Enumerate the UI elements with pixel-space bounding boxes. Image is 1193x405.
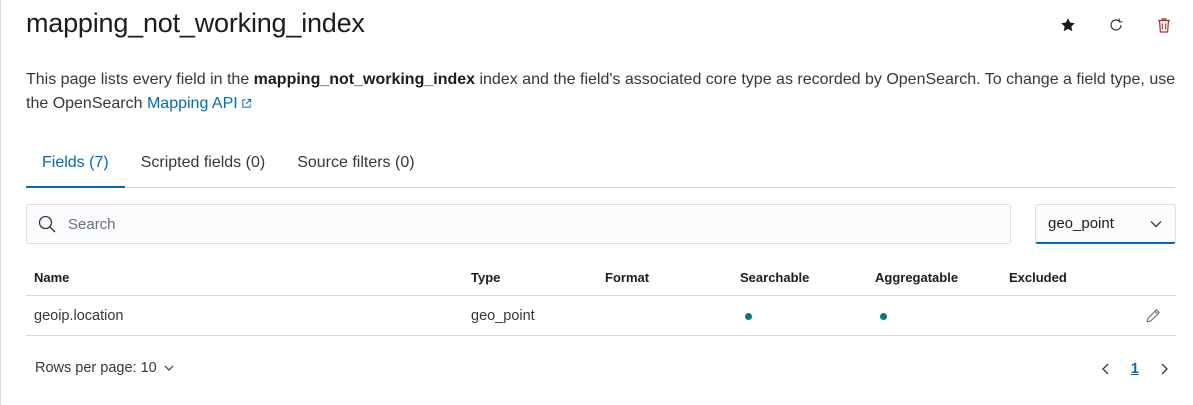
previous-page-button[interactable] — [1095, 358, 1117, 380]
refresh-fields-button[interactable] — [1105, 14, 1127, 36]
aggregatable-dot-icon — [880, 312, 887, 320]
set-default-button[interactable] — [1057, 14, 1079, 36]
mapping-api-link-label: Mapping API — [146, 95, 238, 112]
chevron-down-icon — [1150, 220, 1162, 227]
page-number-button[interactable]: 1 — [1131, 361, 1139, 377]
table-footer: Rows per page: 10 1 — [26, 352, 1175, 386]
trash-icon — [1158, 17, 1170, 33]
tab-bar: Fields (7) Scripted fields (0) Source fi… — [26, 140, 1175, 188]
page-description: This page lists every field in the mappi… — [26, 68, 1176, 116]
table-header: Name Type Format Searchable Aggregatable… — [26, 260, 1176, 296]
tab-scripted-fields[interactable]: Scripted fields (0) — [125, 140, 282, 187]
column-header-name[interactable]: Name — [26, 270, 463, 285]
page-header: mapping_not_working_index — [26, 6, 1175, 46]
search-input[interactable] — [66, 214, 970, 234]
searchable-dot-icon — [745, 312, 752, 320]
field-type-select-value: geo_point — [1048, 215, 1114, 232]
star-icon — [1061, 18, 1075, 32]
mapping-api-link[interactable]: Mapping API — [147, 95, 252, 112]
chevron-down-icon — [164, 365, 174, 371]
tab-source-filters[interactable]: Source filters (0) — [281, 140, 430, 187]
tab-fields[interactable]: Fields (7) — [26, 140, 125, 188]
next-page-button[interactable] — [1153, 358, 1175, 380]
rows-per-page-button[interactable]: Rows per page: 10 — [35, 360, 175, 376]
column-header-searchable[interactable]: Searchable — [732, 270, 867, 285]
page-title: mapping_not_working_index — [26, 8, 365, 38]
delete-index-pattern-button[interactable] — [1153, 14, 1175, 36]
field-name-cell: geoip.location — [34, 307, 124, 324]
column-header-aggregatable[interactable]: Aggregatable — [867, 270, 1001, 285]
header-actions — [1057, 14, 1175, 36]
column-header-format[interactable]: Format — [597, 270, 732, 285]
chevron-left-icon — [1102, 363, 1109, 375]
edit-field-button[interactable] — [1142, 305, 1164, 327]
refresh-icon — [1110, 18, 1123, 31]
field-aggregatable-cell — [867, 308, 1001, 324]
search-field — [26, 204, 1011, 244]
description-index-name: mapping_not_working_index — [253, 71, 476, 88]
fields-table: Name Type Format Searchable Aggregatable… — [26, 260, 1176, 336]
rows-per-page-label: Rows per page: 10 — [35, 360, 157, 376]
field-type-select[interactable]: geo_point — [1035, 204, 1176, 244]
description-text-before: This page lists every field in the — [26, 71, 254, 88]
external-link-icon — [242, 98, 251, 108]
table-row: geoip.location geo_point — [26, 296, 1176, 336]
field-searchable-cell — [732, 308, 867, 324]
column-header-excluded[interactable]: Excluded — [1001, 270, 1121, 285]
chevron-right-icon — [1161, 363, 1168, 375]
index-pattern-page: mapping_not_working_index This page list… — [0, 0, 1193, 405]
field-type-cell: geo_point — [471, 307, 535, 324]
field-actions-cell — [1121, 305, 1176, 327]
pencil-icon — [1146, 308, 1160, 323]
pagination: 1 — [1095, 358, 1175, 380]
search-icon — [38, 215, 56, 233]
column-header-type[interactable]: Type — [463, 270, 597, 285]
